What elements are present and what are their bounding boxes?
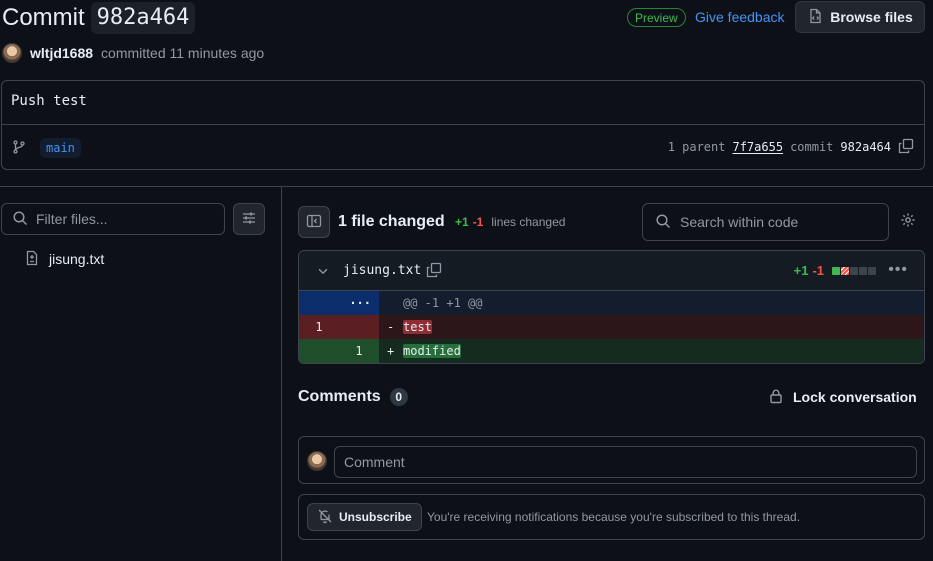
file-diff-icon bbox=[24, 250, 40, 269]
diffstat-block-add bbox=[832, 266, 840, 275]
commit-message: Push test bbox=[11, 93, 87, 109]
avatar[interactable] bbox=[2, 43, 22, 63]
filter-files-input[interactable]: Filter files... bbox=[1, 203, 225, 235]
search-icon bbox=[655, 213, 671, 232]
comment-input[interactable]: Comment bbox=[334, 446, 917, 478]
unsubscribe-button[interactable]: Unsubscribe bbox=[307, 503, 422, 531]
git-branch-icon bbox=[11, 139, 27, 158]
deletions-count: -1 bbox=[472, 215, 484, 229]
lock-conversation-button[interactable]: Lock conversation bbox=[768, 387, 917, 407]
hunk-header: @@ -1 +1 @@ bbox=[379, 291, 924, 315]
hunk-row: ··· @@ -1 +1 @@ bbox=[299, 291, 924, 315]
comments-heading: Comments 0 bbox=[298, 387, 408, 407]
line-numbers: 1 bbox=[299, 339, 379, 363]
author-row: wltjd1688 committed 11 minutes ago bbox=[2, 43, 264, 63]
diffstat-bar bbox=[832, 266, 876, 275]
commit-time: committed 11 minutes ago bbox=[101, 45, 265, 61]
section-divider bbox=[0, 186, 933, 187]
file-diff-stats: +1 -1 bbox=[794, 263, 876, 278]
parent-info: 1 parent 7f7a655 commit 982a464 bbox=[668, 137, 914, 157]
commit-label: commit bbox=[790, 140, 834, 154]
parent-sha-link[interactable]: 7f7a655 bbox=[732, 140, 783, 154]
unsubscribe-label: Unsubscribe bbox=[339, 510, 412, 524]
old-line-number[interactable] bbox=[299, 339, 339, 363]
lock-icon bbox=[768, 388, 784, 407]
copy-icon[interactable] bbox=[426, 262, 442, 281]
bell-slash-icon bbox=[317, 508, 333, 527]
comment-composer: Comment bbox=[298, 436, 925, 484]
file-code-icon bbox=[807, 8, 823, 27]
diff-line-deleted: 1 - test bbox=[299, 315, 924, 339]
diff-sign: - bbox=[387, 320, 395, 334]
commit-sha-title: 982a464 bbox=[90, 2, 196, 34]
notification-box: Unsubscribe You're receiving notificatio… bbox=[298, 494, 925, 540]
diff-line-added: 1 + modified bbox=[299, 339, 924, 363]
page-title: Commit 982a464 bbox=[2, 2, 196, 34]
diff-file-header: jisung.txt +1 -1 ••• bbox=[299, 251, 924, 291]
diff-code: + modified bbox=[379, 339, 924, 363]
notification-text: You're receiving notifications because y… bbox=[427, 510, 801, 524]
sidebar-divider bbox=[281, 187, 282, 561]
file-tree-label: jisung.txt bbox=[49, 251, 105, 267]
toggle-sidebar-button[interactable] bbox=[298, 206, 330, 238]
search-icon bbox=[12, 210, 28, 229]
line-numbers: 1 bbox=[299, 315, 379, 339]
old-line-number[interactable]: 1 bbox=[299, 315, 339, 339]
diff-file: jisung.txt +1 -1 ••• ··· @@ -1 +1 @@ 1 -… bbox=[298, 250, 925, 364]
file-tree-item[interactable]: jisung.txt bbox=[24, 249, 104, 269]
diffstat-block-del bbox=[841, 266, 849, 275]
new-line-number[interactable]: 1 bbox=[339, 339, 379, 363]
search-code-input[interactable]: Search within code bbox=[642, 203, 889, 241]
hunk-expand-button[interactable]: ··· bbox=[299, 291, 379, 315]
new-line-number[interactable] bbox=[339, 315, 379, 339]
comments-count: 0 bbox=[389, 388, 408, 406]
commit-message-box: Push test main 1 parent 7f7a655 commit 9… bbox=[1, 80, 925, 170]
diffstat-block-neutral bbox=[868, 266, 876, 275]
chevron-down-icon[interactable] bbox=[316, 264, 330, 281]
avatar bbox=[307, 451, 327, 471]
lock-conversation-label: Lock conversation bbox=[793, 389, 917, 405]
sliders-icon bbox=[241, 210, 257, 229]
parent-count-label: 1 parent bbox=[667, 140, 726, 154]
lines-changed-summary: +1 -1 lines changed bbox=[455, 214, 565, 230]
diff-sign: + bbox=[387, 344, 395, 358]
expand-icon: ··· bbox=[349, 296, 371, 310]
file-deletions: -1 bbox=[812, 263, 824, 278]
browse-files-button[interactable]: Browse files bbox=[795, 1, 925, 33]
search-code-placeholder: Search within code bbox=[680, 214, 799, 230]
deleted-text: test bbox=[403, 320, 432, 334]
diffstat-block-neutral bbox=[859, 266, 867, 275]
preview-badge: Preview bbox=[627, 8, 686, 27]
browse-files-label: Browse files bbox=[830, 9, 913, 25]
diff-file-name[interactable]: jisung.txt bbox=[343, 263, 421, 278]
commit-sha-value: 982a464 bbox=[840, 140, 891, 154]
gear-icon[interactable] bbox=[900, 212, 916, 231]
additions-count: +1 bbox=[455, 215, 469, 229]
diffstat-block-neutral bbox=[850, 266, 858, 275]
give-feedback-link[interactable]: Give feedback bbox=[695, 8, 785, 26]
files-changed-count: 1 file changed bbox=[338, 213, 445, 230]
sidebar-collapse-icon bbox=[306, 213, 322, 232]
lines-changed-label: lines changed bbox=[491, 215, 566, 229]
comments-title: Comments bbox=[298, 388, 381, 405]
file-additions: +1 bbox=[793, 263, 809, 278]
divider bbox=[2, 124, 924, 125]
kebab-menu-icon[interactable]: ••• bbox=[888, 261, 908, 279]
filter-files-placeholder: Filter files... bbox=[36, 211, 108, 227]
added-text: modified bbox=[403, 344, 461, 358]
copy-icon[interactable] bbox=[898, 138, 914, 157]
diff-code: - test bbox=[379, 315, 924, 339]
page-title-prefix: Commit bbox=[2, 4, 85, 31]
branch-link[interactable]: main bbox=[40, 138, 81, 158]
author-name-link[interactable]: wltjd1688 bbox=[30, 45, 93, 61]
filter-options-button[interactable] bbox=[233, 203, 265, 235]
